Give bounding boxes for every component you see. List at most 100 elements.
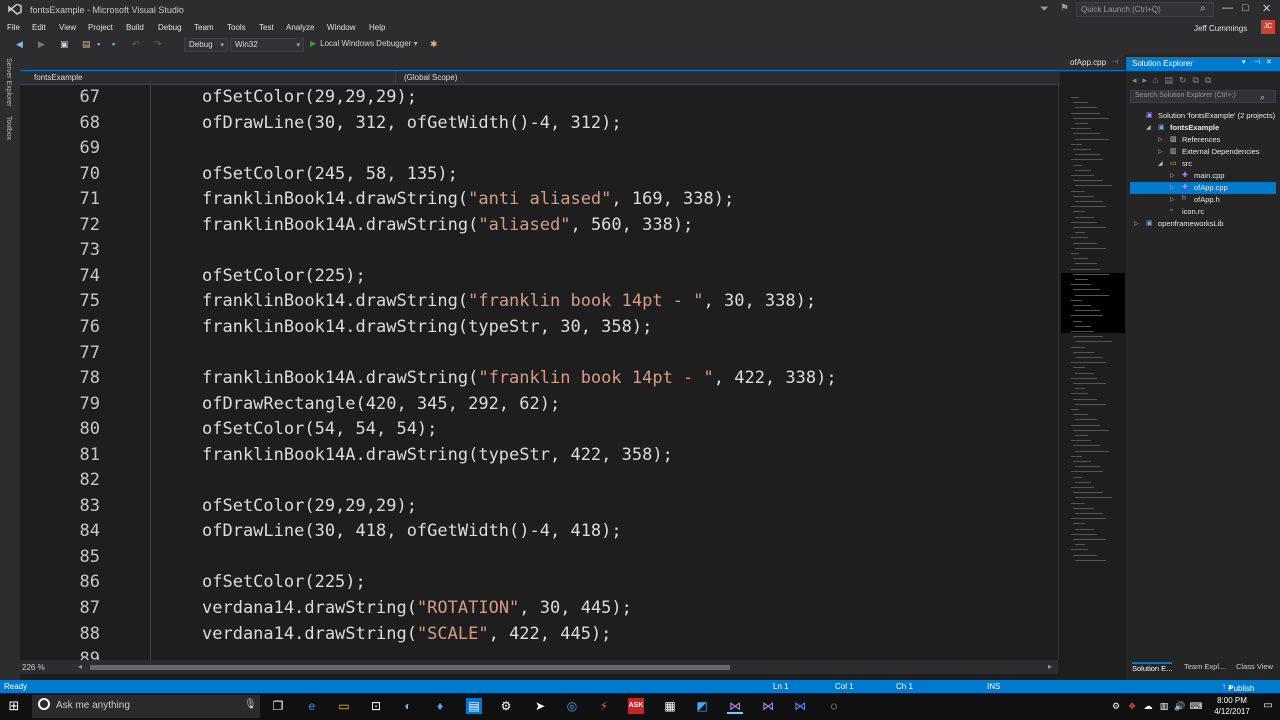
code-line[interactable]: 82 (20, 468, 1058, 494)
minimize-button[interactable]: — (1222, 2, 1233, 14)
visual-studio-taskbar-icon[interactable]: ⋈ (727, 698, 743, 714)
menu-build[interactable]: Build (126, 23, 144, 32)
code-line[interactable]: 83 ofSetColor(29,29,29); (20, 494, 1058, 520)
tab-solution-explorer[interactable]: Solution E... (1132, 662, 1173, 673)
tree-item-fontsexample[interactable]: ◢ ▣ fontsExample (1130, 122, 1276, 134)
scroll-right-icon[interactable]: ▸ (1048, 662, 1052, 671)
code-line[interactable]: 79 ofDrawRectangle(420, 345, 292, 62); (20, 392, 1058, 418)
tree-item-ofapp-cpp[interactable]: ▷ ✚ ofApp.cpp (1130, 182, 1276, 194)
dropdown-icon[interactable]: ▾ (1242, 58, 1246, 66)
microphone-icon[interactable]: 🎙 (244, 699, 257, 710)
app-icon[interactable]: ⚙ (498, 698, 514, 714)
tree-item-main-cpp[interactable]: ▷ ✚ main.cpp (1130, 170, 1276, 182)
code-line[interactable]: 67 ofSetColor(29,29,29); (20, 85, 1058, 111)
cortana-search-box[interactable]: Ask me anything (32, 695, 260, 718)
tree-item-references[interactable]: ▷ ▨ References (1130, 134, 1276, 146)
save-icon[interactable]: ▪ (97, 39, 107, 49)
action-center-icon[interactable]: ▭ (1260, 698, 1276, 714)
code-line[interactable]: 86 ofSetColor(225); (20, 570, 1058, 596)
solution-explorer-toolbar[interactable]: ◂▸⌂▤↻⧉⧉ (1132, 75, 1217, 86)
filter-icon[interactable]: ⏷ (1040, 3, 1049, 16)
expand-arrow-icon[interactable]: ◢ (1158, 160, 1163, 167)
code-line[interactable]: 87 verdana14.drawString("ROTATION", 30, 4… (20, 596, 1058, 622)
tray-icon[interactable]: ☁ (1140, 698, 1156, 714)
notifications-icon[interactable]: ⚑ (1060, 3, 1069, 14)
menu-file[interactable]: File (7, 23, 20, 32)
menu-project[interactable]: Project (88, 23, 113, 32)
quick-launch-input[interactable]: Quick Launch (Ctrl+Q) (1076, 2, 1214, 17)
tab-ofapp-cpp[interactable]: ofApp.cpp (1050, 54, 1120, 71)
menu-help[interactable]: Help (369, 23, 385, 32)
avatar[interactable]: JC (1261, 20, 1275, 34)
server-explorer-tab[interactable]: Server Explorer (5, 58, 12, 107)
menu-tools[interactable]: Tools (227, 23, 246, 32)
code-line[interactable]: 70 ofSetColor(245, 58, 135); (20, 162, 1058, 188)
volume-icon[interactable]: 🔊 (1172, 698, 1188, 714)
expand-arrow-icon[interactable]: ▷ (1158, 136, 1163, 143)
menu-edit[interactable]: Edit (32, 23, 46, 32)
code-line[interactable]: 81 franklinBook14A.drawString(typeStr, 42… (20, 443, 1058, 469)
visual-studio-taskbar-icon[interactable]: ⋈ (760, 698, 776, 714)
forward-icon[interactable]: ▶ (38, 39, 48, 49)
tray-icon[interactable]: ⚙ (1108, 698, 1124, 714)
project-dropdown[interactable]: fontsExample (34, 73, 82, 82)
code-line[interactable]: 85 (20, 545, 1058, 571)
tree-item-solution-fontsexample-2-projects[interactable]: ▣ Solution 'fontsExample' (2 projects) (1130, 110, 1276, 122)
minimap-scrollbar[interactable] (1058, 85, 1126, 660)
scroll-left-icon[interactable]: ◂ (78, 662, 82, 671)
platform-select[interactable]: Win32 ▾ (230, 38, 304, 52)
chrome-icon[interactable]: ◎ (564, 698, 580, 714)
code-line[interactable]: 89 (20, 647, 1058, 660)
keyboard-icon[interactable]: ⌨ (1188, 698, 1204, 714)
expand-arrow-icon[interactable]: ◢ (1146, 124, 1151, 131)
search-icon[interactable]: ⌕ (1260, 92, 1265, 103)
scroll-thumb[interactable] (90, 665, 730, 670)
network-icon[interactable]: ▥ (1156, 698, 1172, 714)
maximize-button[interactable]: □ (1242, 2, 1249, 14)
pin-icon[interactable]: ⊣ (1254, 58, 1260, 66)
task-view-icon[interactable]: ❐ (270, 698, 286, 714)
new-project-icon[interactable]: ▣ (60, 39, 70, 49)
code-line[interactable]: 78 franklinBook14A.drawString("franklin b… (20, 366, 1058, 392)
app-icon[interactable]: ➤ (532, 698, 548, 714)
calculator-icon[interactable]: ▦ (662, 698, 678, 714)
back-icon[interactable]: ◀ (16, 39, 26, 49)
attach-icon[interactable]: ✱ (430, 39, 440, 49)
tree-item-openframeworkslib[interactable]: ▷ ▣ openframeworksLib (1130, 218, 1276, 230)
minimap-viewport[interactable] (1061, 273, 1125, 333)
expand-arrow-icon[interactable]: ▷ (1170, 172, 1175, 179)
toolbox-tab[interactable]: Toolbox (5, 116, 12, 140)
expand-arrow-icon[interactable]: ▷ (1134, 220, 1139, 227)
tab-team-explorer[interactable]: Team Expl... (1184, 662, 1225, 671)
tray-icon[interactable]: ❖ (1124, 698, 1140, 714)
clock[interactable]: 8:00 PM 4/12/2017 (1206, 695, 1258, 717)
tree-item-src[interactable]: ◢ ▭ src (1130, 158, 1276, 170)
app-icon[interactable]: ▤ (466, 698, 482, 714)
edge-browser-icon[interactable]: e (304, 698, 320, 714)
menu-test[interactable]: Test (259, 23, 274, 32)
search-icon[interactable]: ⌕ (1200, 3, 1206, 14)
code-line[interactable]: 72 franklinBook14A.drawString("aliased", … (20, 213, 1058, 239)
expand-arrow-icon[interactable]: ▷ (1170, 196, 1175, 203)
windows-start-icon[interactable]: ⊞ (6, 698, 22, 714)
app-icon[interactable]: ◩ (694, 698, 710, 714)
vs-code-icon[interactable]: ⋈ (792, 698, 808, 714)
save-all-icon[interactable]: ▪ (112, 39, 122, 49)
expand-arrow-icon[interactable]: ▷ (1170, 184, 1175, 191)
menu-window[interactable]: Window (327, 23, 355, 32)
undo-icon[interactable]: ↶ (132, 39, 142, 49)
menu-view[interactable]: View (59, 23, 76, 32)
file-explorer-icon[interactable]: ▭ (336, 698, 352, 714)
code-line[interactable]: 77 (20, 341, 1058, 367)
ask-app-icon[interactable]: ASK (628, 698, 644, 714)
store-icon[interactable]: ⊡ (368, 698, 384, 714)
app-icon[interactable]: ⚡ (596, 698, 612, 714)
menu-analyze[interactable]: Analyze (286, 23, 314, 32)
code-line[interactable]: 73 (20, 238, 1058, 264)
tab-class-view[interactable]: Class View (1236, 662, 1273, 671)
close-icon[interactable]: ✕ (1266, 58, 1272, 66)
publish-button[interactable]: ↑ Publish ▴ (1222, 682, 1254, 693)
user-name[interactable]: Jeff Cummings (1194, 24, 1247, 33)
solution-config-select[interactable]: Debug ▾ (184, 38, 228, 52)
code-line[interactable]: 68 ofDrawLine(30, 312, ofGetWidth()-4, 31… (20, 111, 1058, 137)
